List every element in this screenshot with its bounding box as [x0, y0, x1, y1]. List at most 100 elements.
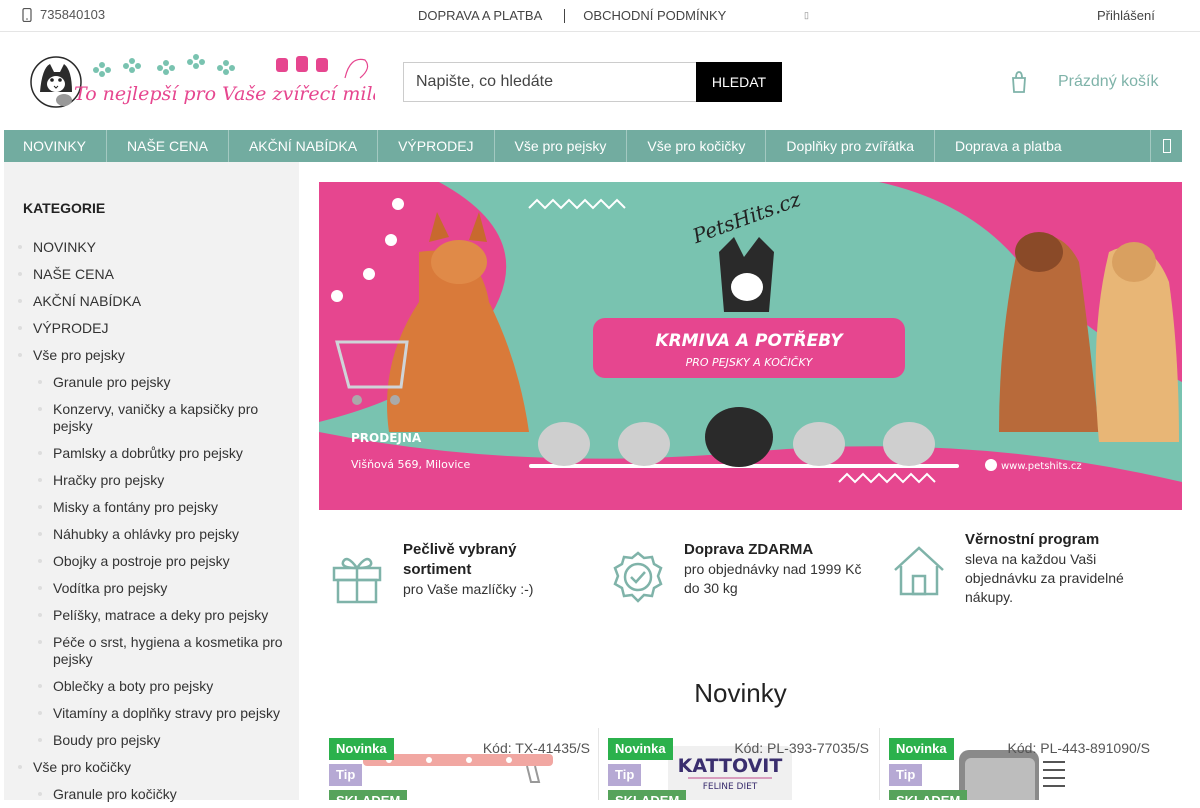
- product-card[interactable]: Novinka Tip SKLADEM Kód: TX-41435/S: [319, 728, 600, 800]
- sidebar-item-label: Vše pro pejsky: [33, 347, 125, 363]
- nav-item-akcni-nabidka[interactable]: AKČNÍ NABÍDKA: [229, 130, 379, 162]
- bullet-icon: [38, 738, 42, 742]
- nav-item-doprava[interactable]: Doprava a platba: [935, 130, 1082, 162]
- bullet-icon: [38, 451, 42, 455]
- sidebar-item[interactable]: Vše pro kočičky: [4, 754, 299, 781]
- sidebar-item[interactable]: Pelíšky, matrace a deky pro pejsky: [4, 602, 299, 629]
- benefit-title: Doprava ZDARMA: [684, 541, 814, 558]
- product-code: Kód: PL-443-891090/S: [1007, 740, 1150, 756]
- bullet-icon: [38, 407, 42, 411]
- benefit-assortment: Pečlivě vybraný sortiment pro Vaše mazlí…: [329, 540, 573, 606]
- sidebar-item-label: VÝPRODEJ: [33, 320, 109, 336]
- sidebar-item-label: Konzervy, vaničky a kapsičky pro pejsky: [53, 401, 259, 434]
- sidebar-item-label: AKČNÍ NABÍDKA: [33, 293, 142, 309]
- sidebar-item[interactable]: Granule pro pejsky: [4, 369, 299, 396]
- sidebar-item-label: Oblečky a boty pro pejsky: [53, 678, 214, 694]
- benefit-loyalty: Věrnostní program sleva na každou Vaši o…: [891, 530, 1145, 607]
- badge-new: Novinka: [608, 738, 673, 760]
- nav-item-nase-cena[interactable]: NAŠE CENA: [107, 130, 229, 162]
- search-button[interactable]: HLEDAT: [696, 62, 782, 102]
- nav-item-novinky[interactable]: NOVINKY: [4, 130, 108, 162]
- bullet-icon: [38, 380, 42, 384]
- nav-item-kocicky[interactable]: Vše pro kočičky: [627, 130, 767, 162]
- sidebar-item-label: NOVINKY: [33, 239, 97, 255]
- bullet-icon: [18, 299, 22, 303]
- sidebar-item[interactable]: NOVINKY: [4, 234, 299, 261]
- link-terms[interactable]: OBCHODNÍ PODMÍNKY: [583, 8, 726, 23]
- phone-contact[interactable]: 735840103: [22, 7, 105, 22]
- phone-icon: [22, 7, 32, 22]
- bullet-icon: [38, 586, 42, 590]
- bullet-icon: [18, 245, 22, 249]
- sidebar-item[interactable]: NAŠE CENA: [4, 261, 299, 288]
- product-image-subtext: FELINE DIET: [703, 782, 758, 792]
- login-link[interactable]: Přihlášení: [1097, 8, 1155, 23]
- sidebar-item[interactable]: Granule pro kočičky: [4, 781, 299, 808]
- cart[interactable]: Prázdný košík: [1010, 70, 1158, 94]
- sidebar-item[interactable]: VÝPRODEJ: [4, 315, 299, 342]
- sidebar-item-label: Hračky pro pejsky: [53, 472, 165, 488]
- sidebar-item-label: Pelíšky, matrace a deky pro pejsky: [53, 607, 269, 623]
- sidebar-item[interactable]: Boudy pro pejsky: [4, 727, 299, 754]
- sidebar-item[interactable]: Hračky pro pejsky: [4, 467, 299, 494]
- cart-label: Prázdný košík: [1058, 73, 1159, 90]
- badge-tip: Tip: [329, 764, 363, 786]
- sidebar-item[interactable]: Obojky a postroje pro pejsky: [4, 548, 299, 575]
- nav-item-doplnky[interactable]: Doplňky pro zvířátka: [766, 130, 936, 162]
- bullet-icon: [18, 765, 22, 769]
- divider: [879, 728, 880, 800]
- banner-store-label: PRODEJNA: [351, 431, 422, 445]
- bullet-icon: [38, 559, 42, 563]
- section-title: Novinky: [694, 678, 787, 708]
- sidebar-item[interactable]: Vše pro pejsky: [4, 342, 299, 369]
- product-card[interactable]: KATTOVITFELINE DIET Novinka Tip SKLADEM …: [598, 728, 879, 800]
- category-list: NOVINKY NAŠE CENA AKČNÍ NABÍDKA VÝPRODEJ Vše…: [4, 234, 299, 808]
- benefit-title: Věrnostní program: [965, 531, 1100, 548]
- sidebar-item[interactable]: Misky a fontány pro pejsky: [4, 494, 299, 521]
- sidebar-item[interactable]: Vitamíny a doplňky stravy pro pejsky: [4, 700, 299, 727]
- logo-slogan: To nejlepší pro Vaše zvířecí miláčky!: [74, 83, 375, 105]
- badge-new: Novinka: [329, 738, 394, 760]
- sidebar-item[interactable]: Oblečky a boty pro pejsky: [4, 673, 299, 700]
- benefit-shipping: Doprava ZDARMA pro objednávky nad 1999 K…: [610, 540, 874, 606]
- top-bar: 735840103 DOPRAVA A PLATBA OBCHODNÍ PODM…: [0, 0, 1200, 32]
- sidebar-item-label: Pamlsky a dobrůtky pro pejsky: [53, 445, 243, 461]
- sidebar-item[interactable]: Vodítka pro pejsky: [4, 575, 299, 602]
- nav-more-button[interactable]: [1150, 130, 1182, 162]
- sidebar-item[interactable]: Náhubky a ohlávky pro pejsky: [4, 521, 299, 548]
- sidebar-item[interactable]: Péče o srst, hygiena a kosmetika pro pej…: [4, 629, 299, 673]
- gift-icon: [332, 557, 382, 604]
- badge-tip: Tip: [608, 764, 642, 786]
- benefits-row: Pečlivě vybraný sortiment pro Vaše mazlí…: [319, 530, 1182, 630]
- menu-icon: [1162, 139, 1171, 153]
- sidebar-item[interactable]: Pamlsky a dobrůtky pro pejsky: [4, 440, 299, 467]
- benefit-text: pro objednávky nad 1999 Kč do 30 kg: [684, 561, 862, 596]
- bullet-icon: [38, 532, 42, 536]
- search-form: HLEDAT: [403, 62, 782, 102]
- nav-item-pejsky[interactable]: Vše pro pejsky: [495, 130, 628, 162]
- sidebar-item-label: Vše pro kočičky: [33, 759, 132, 775]
- top-links: DOPRAVA A PLATBA OBCHODNÍ PODMÍNKY: [418, 8, 726, 23]
- sidebar-item-label: Misky a fontány pro pejsky: [53, 499, 218, 515]
- badge-in-stock: SKLADEM: [889, 790, 968, 800]
- bullet-icon: [18, 272, 22, 276]
- bullet-icon: [38, 684, 42, 688]
- bullet-icon: [38, 711, 42, 715]
- sidebar-item-label: NAŠE CENA: [33, 266, 114, 282]
- benefit-text: sleva na každou Vaši objednávku za pravi…: [965, 551, 1124, 605]
- badge-in-stock: SKLADEM: [329, 790, 408, 800]
- banner-subheadline: PRO PEJSKY A KOČIČKY: [686, 356, 814, 369]
- site-logo[interactable]: To nejlepší pro Vaše zvířecí miláčky!: [30, 48, 424, 112]
- search-input[interactable]: [403, 62, 696, 102]
- product-image-text: KATTOVIT: [678, 755, 783, 777]
- more-links-icon[interactable]: ▯: [804, 10, 809, 21]
- link-shipping[interactable]: DOPRAVA A PLATBA: [418, 8, 542, 23]
- bullet-icon: [38, 478, 42, 482]
- cart-icon: [1012, 71, 1026, 93]
- hero-banner[interactable]: PetsHits.cz KRMIVA A POTŘEBY PRO PEJSKY …: [319, 182, 1182, 510]
- product-card[interactable]: Novinka Tip SKLADEM Kód: PL-443-891090/S: [879, 728, 1160, 800]
- sidebar-item[interactable]: AKČNÍ NABÍDKA: [4, 288, 299, 315]
- nav-item-vyprodej[interactable]: VÝPRODEJ: [378, 130, 495, 162]
- sidebar-item[interactable]: Konzervy, vaničky a kapsičky pro pejsky: [4, 396, 299, 440]
- bullet-icon: [38, 792, 42, 796]
